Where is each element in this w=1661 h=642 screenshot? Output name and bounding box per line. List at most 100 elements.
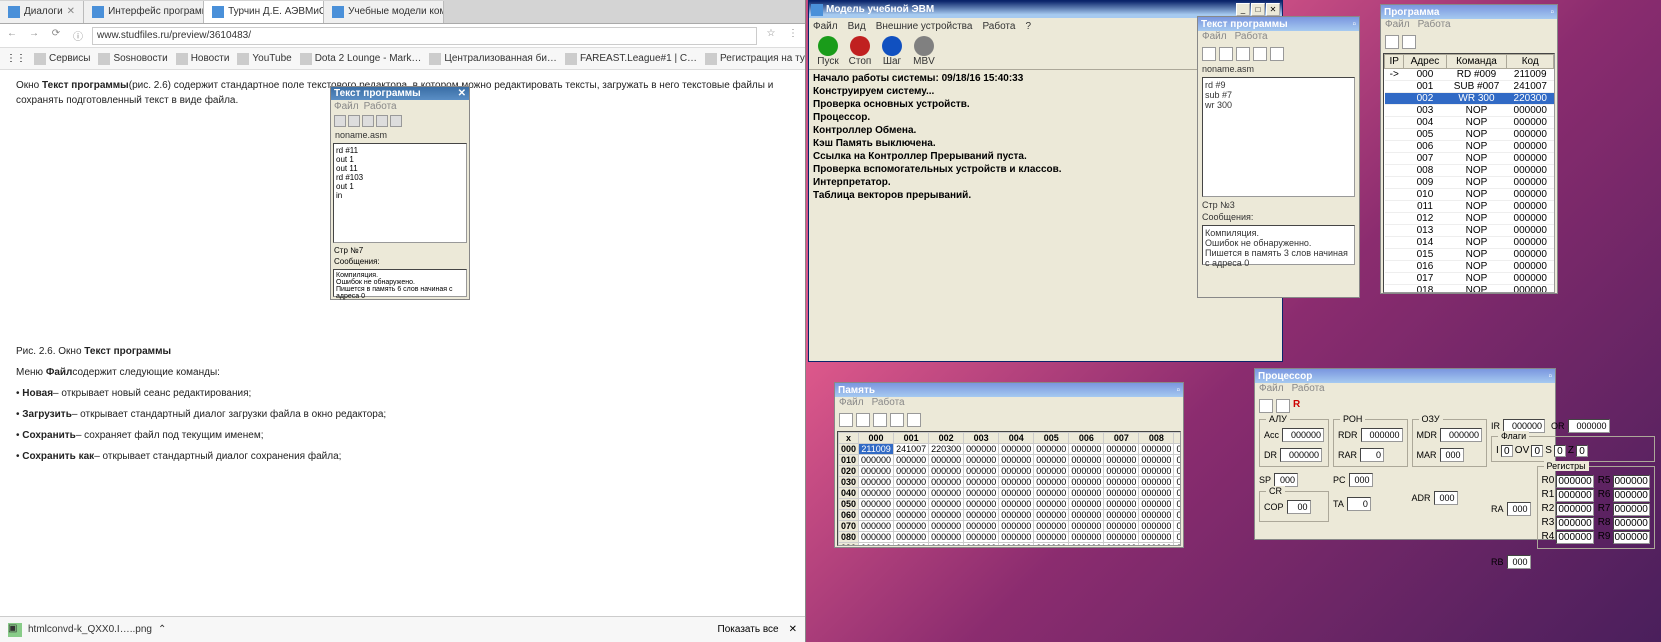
browser-tab[interactable]: Диалоги✕ [0, 1, 84, 23]
reset-icon[interactable]: R [1293, 399, 1307, 413]
col-header[interactable]: 005 [1034, 433, 1069, 444]
tb-icon[interactable] [1402, 35, 1416, 49]
menu-item[interactable]: Работа [872, 397, 905, 411]
bookmark-item[interactable]: Сервисы [34, 53, 90, 65]
menu-item[interactable]: Работа [1418, 19, 1451, 33]
table-row[interactable]: 0100000000000000000000000000000000000000… [839, 455, 1182, 466]
tb-icon[interactable] [839, 413, 853, 427]
menu-item[interactable]: Файл [1202, 31, 1227, 45]
titlebar[interactable]: Программа▫ [1381, 5, 1557, 19]
maximize-icon[interactable]: ▫ [1548, 371, 1552, 382]
show-all-link[interactable]: Показать все [718, 624, 779, 635]
table-row[interactable]: 0400000000000000000000000000000000000000… [839, 488, 1182, 499]
tb-icon[interactable] [890, 413, 904, 427]
table-row[interactable]: 007NOP000000 [1385, 153, 1554, 165]
menu-item[interactable]: Вид [848, 21, 866, 32]
col-header[interactable]: 002 [929, 433, 964, 444]
tb-icon[interactable] [1259, 399, 1273, 413]
minimize-icon[interactable]: _ [1236, 3, 1250, 16]
menu-item[interactable]: Работа [1235, 31, 1268, 45]
bookmark-item[interactable]: Dota 2 Lounge - Mark… [300, 53, 422, 65]
table-row[interactable]: 010NOP000000 [1385, 189, 1554, 201]
table-row[interactable]: 016NOP000000 [1385, 261, 1554, 273]
cop-field[interactable] [1287, 500, 1311, 514]
url-input[interactable] [92, 27, 757, 45]
menu-item[interactable]: Файл [839, 397, 864, 411]
maximize-icon[interactable]: □ [1251, 3, 1265, 16]
browser-tab[interactable]: Учебные модели компьют…✕ [324, 1, 444, 23]
bookmark-item[interactable]: Регистрация на турни… [705, 53, 805, 65]
tb-icon[interactable] [1385, 35, 1399, 49]
apps-icon[interactable]: ⋮⋮ [6, 53, 26, 64]
table-row[interactable]: ->000RD #009211009 [1385, 69, 1554, 81]
table-row[interactable]: 003NOP000000 [1385, 105, 1554, 117]
col-header[interactable]: 008 [1139, 433, 1174, 444]
col-header[interactable]: x [839, 433, 859, 444]
table-row[interactable]: 002WR 300220300 [1385, 93, 1554, 105]
table-row[interactable]: 012NOP000000 [1385, 213, 1554, 225]
table-row[interactable]: 0002110092410072203000000000000000000000… [839, 444, 1182, 455]
mar-field[interactable] [1440, 448, 1464, 462]
or-field[interactable] [1568, 419, 1610, 433]
col-header[interactable]: 004 [999, 433, 1034, 444]
close-icon[interactable]: ✕ [789, 624, 797, 635]
browser-tab[interactable]: Интерфейс программы н…✕ [84, 1, 204, 23]
table-row[interactable]: 0200000000000000000000000000000000000000… [839, 466, 1182, 477]
table-row[interactable]: 015NOP000000 [1385, 249, 1554, 261]
titlebar[interactable]: Процессор▫ [1255, 369, 1555, 383]
tb-icon[interactable] [873, 413, 887, 427]
pc-field[interactable] [1349, 473, 1373, 487]
bookmark-item[interactable]: Sosновости [98, 53, 167, 65]
table-row[interactable]: 001SUB #007241007 [1385, 81, 1554, 93]
saveas-icon[interactable] [1253, 47, 1267, 61]
code-editor[interactable]: rd #9 sub #7 wr 300 [1202, 77, 1355, 197]
table-row[interactable]: 0700000000000000000000000000000000000000… [839, 521, 1182, 532]
close-icon[interactable]: ✕ [67, 6, 75, 17]
tb-icon[interactable] [907, 413, 921, 427]
bookmark-item[interactable]: Новости [176, 53, 230, 65]
toolbar-button[interactable]: Пуск [813, 36, 843, 67]
table-row[interactable]: 0500000000000000000000000000000000000000… [839, 499, 1182, 510]
new-icon[interactable] [1202, 47, 1216, 61]
memory-table[interactable]: x000001002003004005006007008009000211009… [837, 431, 1181, 546]
toolbar-button[interactable]: MBV [909, 36, 939, 67]
tb-icon[interactable] [1276, 399, 1290, 413]
col-header[interactable]: 001 [894, 433, 929, 444]
maximize-icon[interactable]: ▫ [1550, 7, 1554, 18]
maximize-icon[interactable]: ▫ [1176, 385, 1180, 396]
browser-tab[interactable]: Турчин Д.Е. АЭВМиС. Пр…✕ [204, 1, 324, 23]
table-row[interactable]: 008NOP000000 [1385, 165, 1554, 177]
table-row[interactable]: 009NOP000000 [1385, 177, 1554, 189]
col-header[interactable]: 003 [964, 433, 999, 444]
download-item[interactable]: ▣ htmlconvd-k_QXX0.I…..png⌃ [8, 623, 166, 637]
col-header[interactable]: IP [1385, 55, 1404, 69]
table-row[interactable]: 0300000000000000000000000000000000000000… [839, 477, 1182, 488]
ra-field[interactable] [1507, 502, 1531, 516]
sp-field[interactable] [1274, 473, 1298, 487]
maximize-icon[interactable]: ▫ [1352, 19, 1356, 30]
star-icon[interactable]: ☆ [763, 28, 779, 44]
menu-item[interactable]: Работа [1292, 383, 1325, 397]
table-row[interactable]: 005NOP000000 [1385, 129, 1554, 141]
table-row[interactable]: 013NOP000000 [1385, 225, 1554, 237]
back-icon[interactable]: ← [4, 28, 20, 44]
save-icon[interactable] [1236, 47, 1250, 61]
menu-icon[interactable]: ⋮ [785, 28, 801, 44]
close-icon[interactable]: ✕ [1266, 3, 1280, 16]
col-header[interactable]: 000 [859, 433, 894, 444]
col-header[interactable]: 009 [1174, 433, 1181, 444]
info-icon[interactable]: ⓘ [70, 28, 86, 44]
toolbar-button[interactable]: Шаг [877, 36, 907, 67]
titlebar[interactable]: Текст программы▫ [1198, 17, 1359, 31]
compile-icon[interactable] [1270, 47, 1284, 61]
table-row[interactable]: 014NOP000000 [1385, 237, 1554, 249]
table-row[interactable]: 018NOP000000 [1385, 285, 1554, 294]
col-header[interactable]: Код [1507, 55, 1554, 69]
bookmark-item[interactable]: Централизованная би… [429, 53, 557, 65]
titlebar[interactable]: Память▫ [835, 383, 1183, 397]
menu-item[interactable]: Работа [982, 21, 1015, 32]
acc-field[interactable] [1282, 428, 1324, 442]
col-header[interactable]: 006 [1069, 433, 1104, 444]
table-row[interactable]: 006NOP000000 [1385, 141, 1554, 153]
menu-item[interactable]: Файл [813, 21, 838, 32]
